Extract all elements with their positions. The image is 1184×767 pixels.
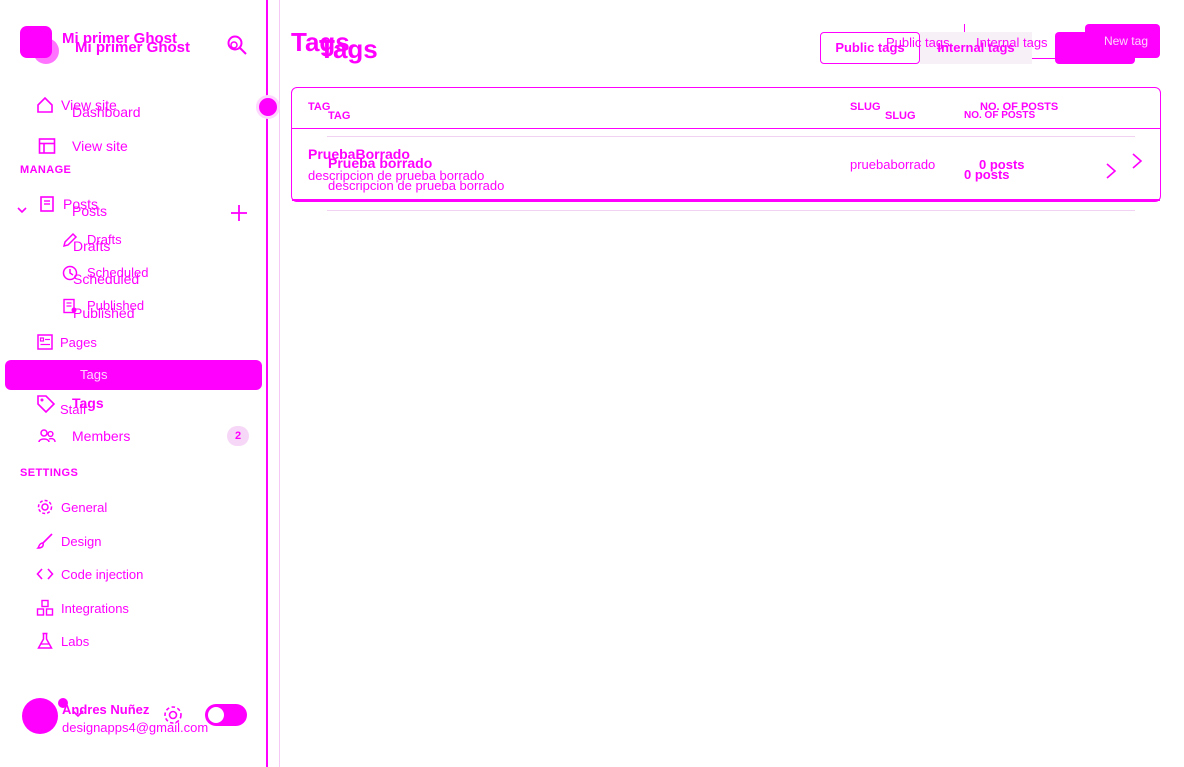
nav-tags-active-label: Tags xyxy=(80,367,108,382)
section-settings: SETTINGS xyxy=(20,467,79,479)
section-manage: MANAGE xyxy=(20,164,72,176)
add-post-icon[interactable] xyxy=(229,203,249,223)
row-divider xyxy=(327,136,1135,137)
tag-icon xyxy=(37,395,56,414)
settings-code-injection[interactable]: Code injection xyxy=(36,565,143,583)
brand-title-ghost: Mi primer Ghost xyxy=(75,39,191,56)
chevron-down-icon[interactable] xyxy=(71,709,85,719)
integrations-icon xyxy=(36,599,54,616)
search-icon[interactable] xyxy=(226,34,248,56)
gear-icon[interactable] xyxy=(162,704,184,726)
avatar[interactable] xyxy=(22,698,58,734)
nav-posts-label[interactable]: Posts xyxy=(72,203,107,219)
settings-design[interactable]: Design xyxy=(36,532,101,550)
tag-posts: 0 posts xyxy=(964,167,1010,182)
nav-dashboard-label[interactable]: Dashboard xyxy=(72,104,141,120)
brand[interactable]: Mi primer Ghost Mi primer Ghost xyxy=(20,26,190,64)
th-tag: TAG xyxy=(328,110,351,122)
nav-published-label[interactable]: Published xyxy=(73,305,135,321)
th-slug-ghost: SLUG xyxy=(850,101,881,113)
table-bottom-border xyxy=(292,199,1160,201)
chevron-right-icon[interactable] xyxy=(1104,162,1118,180)
new-tag-button[interactable]: New tag xyxy=(1085,24,1160,58)
brush-icon xyxy=(36,533,53,549)
gear-icon xyxy=(37,499,53,515)
nav-members-label: Members xyxy=(72,428,131,444)
table-header-divider xyxy=(292,128,1160,129)
members-count-badge: 2 xyxy=(227,426,249,446)
settings-integrations-label: Integrations xyxy=(61,600,129,616)
brand-logo xyxy=(20,26,59,64)
divider xyxy=(279,0,280,767)
nav-drafts-label[interactable]: Drafts xyxy=(73,238,110,254)
nav-staff-label[interactable]: Staff xyxy=(60,402,87,417)
new-tag-button-label: New tag xyxy=(1103,34,1148,48)
browser-icon xyxy=(38,138,56,154)
row-divider-bottom xyxy=(327,210,1135,211)
nav-view-site[interactable]: View site xyxy=(38,137,128,155)
chevron-down-icon[interactable] xyxy=(16,204,28,216)
nav-scheduled-label[interactable]: Scheduled xyxy=(73,271,139,287)
settings-design-label: Design xyxy=(61,533,102,549)
settings-general[interactable]: General xyxy=(36,498,107,516)
settings-code-injection-label: Code injection xyxy=(61,566,144,582)
tab-internal-tags-ghost[interactable]: Internal tags xyxy=(976,35,1048,50)
settings-integrations[interactable]: Integrations xyxy=(36,599,129,617)
tag-slug: pruebaborrado xyxy=(850,157,936,172)
tab-public-tags-ghost[interactable]: Public tags xyxy=(886,35,950,50)
nav-view-site-label: View site xyxy=(72,138,128,154)
notification-dot xyxy=(256,95,280,119)
nav-pages-label: Pages xyxy=(60,334,97,350)
th-slug: SLUG xyxy=(885,110,916,122)
settings-labs[interactable]: Labs xyxy=(36,632,89,650)
nav-members[interactable]: Members xyxy=(38,427,130,445)
code-icon xyxy=(36,568,54,580)
tab-divider xyxy=(964,24,965,32)
members-icon xyxy=(38,429,56,443)
th-posts: NO. OF POSTS xyxy=(964,110,1036,121)
chevron-right-icon-ghost[interactable] xyxy=(1130,152,1144,170)
posts-icon xyxy=(40,196,54,212)
settings-labs-label: Labs xyxy=(61,633,90,649)
page-title: Tags xyxy=(319,34,378,64)
user-email: designapps4@gmail.com xyxy=(62,720,209,735)
nav-pages[interactable]: Pages xyxy=(36,333,97,351)
dark-mode-toggle[interactable] xyxy=(205,704,247,726)
pages-icon xyxy=(37,334,53,350)
tab-underline xyxy=(1032,58,1056,59)
nav-tags-active[interactable]: Tags xyxy=(5,360,262,390)
tag-description: descripcion de prueba borrado xyxy=(328,178,505,193)
settings-general-label: General xyxy=(61,499,108,515)
flask-icon xyxy=(37,632,53,649)
home-icon xyxy=(37,96,53,113)
